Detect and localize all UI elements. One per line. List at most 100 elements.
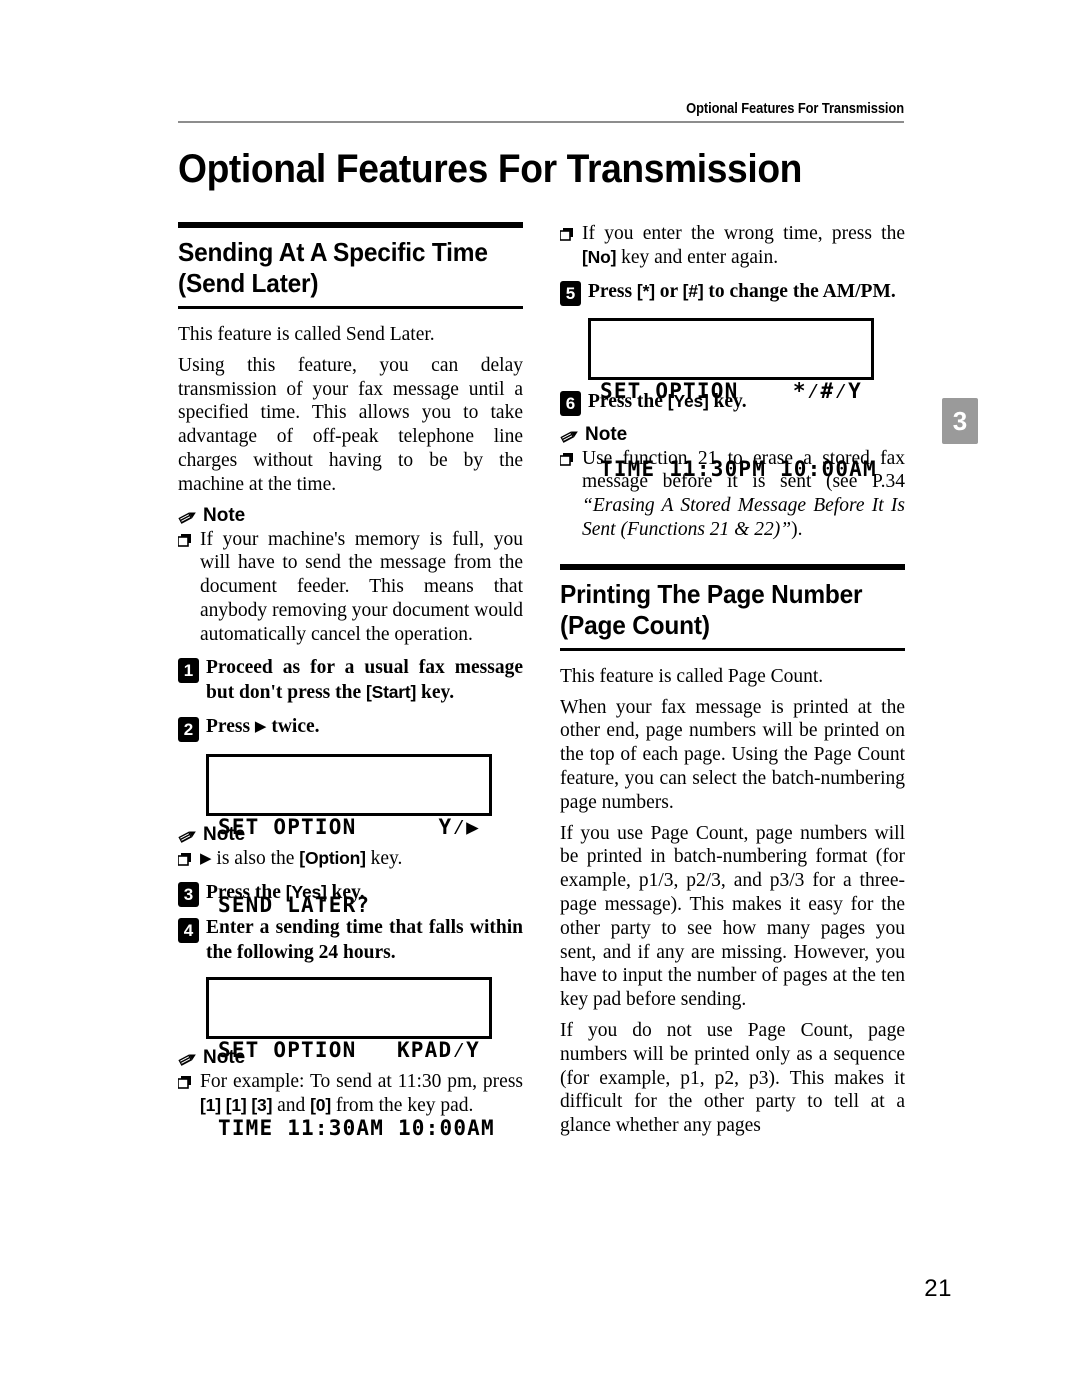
note-heading: Note	[560, 423, 905, 445]
pencil-icon	[178, 827, 198, 845]
lcd-row: SET OPTION KPAD⁄Y	[218, 1037, 480, 1063]
note-3-text-mid: and	[272, 1095, 311, 1117]
note-4-text-b: key and enter again.	[616, 246, 779, 268]
step-5: 5 Press [*] or [#] to change the AM/PM.	[560, 279, 905, 306]
key-3-label: [3]	[251, 1095, 273, 1116]
paragraph-intro: This feature is called Send Later.	[178, 324, 435, 345]
note-3-text-a: For example: To send at 11:30 pm, press	[200, 1071, 523, 1093]
note-label: Note	[203, 504, 246, 526]
lcd-line2-left: TIME 11:30AM 10:00AM	[218, 1116, 495, 1141]
section-title-line1: Printing The Page Number	[560, 578, 863, 609]
note-label: Note	[203, 823, 246, 845]
left-column: Sending At A Specific Time (Send Later) …	[177, 222, 523, 1140]
section-title-page-count: Printing The Page Number (Page Count)	[560, 579, 884, 641]
step-number-badge: 6	[560, 390, 581, 416]
step-text: Enter a sending time that falls within t…	[206, 917, 523, 963]
pencil-icon	[178, 1050, 198, 1068]
step-number-badge: 4	[178, 918, 199, 944]
note-3-text-b: from the key pad.	[330, 1095, 474, 1117]
header-rule	[178, 121, 904, 123]
note-2-text-a: is also the	[211, 847, 300, 869]
section-rule-bottom	[178, 306, 523, 309]
step-4: 4 Enter a sending time that falls within…	[178, 916, 523, 965]
step-number-badge: 1	[178, 657, 199, 683]
step-6: 6 Press the [Yes] key.	[560, 389, 905, 416]
key-1-label: [1]	[200, 1095, 221, 1116]
note-item: Use function 21 to erase a stored fax me…	[559, 447, 905, 542]
step-3-text-b: key.	[326, 882, 365, 904]
note-text: For example: To send at 11:30 pm, press …	[200, 1070, 523, 1118]
yes-key-label: [Yes]	[285, 882, 327, 903]
section-rule-top	[178, 222, 523, 228]
cube-bullet-icon	[177, 528, 200, 547]
step-2-text-b: twice.	[266, 715, 320, 737]
note-5-reference-title: “Erasing A Stored Message Before It Is S…	[582, 495, 905, 540]
paragraph-page-count-intro: This feature is called Page Count.	[560, 665, 824, 687]
option-key-label: [Option]	[299, 847, 366, 868]
section-rule-bottom	[560, 647, 905, 651]
right-arrow-icon: ▶	[200, 850, 212, 867]
step-3-text-a: Press the	[206, 882, 286, 904]
note-5-text-a: Use function 21 to erase a stored fax me…	[582, 447, 905, 493]
note-5-text-b: ).	[791, 518, 803, 540]
section-title-line2: (Send Later)	[178, 268, 319, 298]
step-5-text-mid: or	[654, 280, 683, 302]
page-number: 21	[924, 1275, 952, 1302]
step-5-text-a: Press	[588, 280, 637, 302]
note-label: Note	[585, 423, 628, 445]
step-text: Press the [Yes] key.	[588, 389, 905, 415]
note-item: For example: To send at 11:30 pm, press …	[177, 1070, 523, 1118]
lcd-display-time-pm: SET OPTION *⁄#⁄Y TIME 11:30PM 10:00AM	[588, 317, 876, 481]
right-arrow-icon: ▶	[254, 718, 267, 735]
running-head-text: Optional Features For Transmission	[686, 100, 904, 117]
paragraph-page-count-2: If you use Page Count, page numbers will…	[560, 822, 905, 1011]
page-title: Optional Features For Transmission	[178, 147, 803, 191]
step-1: 1 Proceed as for a usual fax message but…	[178, 656, 523, 706]
step-2: 2 Press ▶ twice.	[178, 715, 523, 742]
section-rule-top	[560, 563, 905, 570]
lcd-row: TIME 11:30AM 10:00AM	[218, 1115, 494, 1141]
lcd-display-time-am: SET OPTION KPAD⁄Y TIME 11:30AM 10:00AM	[206, 977, 494, 1140]
section-title-line1: Sending At A Specific Time	[178, 237, 488, 267]
hash-key-label: [#]	[682, 280, 704, 301]
cube-bullet-icon	[559, 222, 582, 241]
cube-bullet-icon	[559, 447, 582, 466]
paragraph-page-count-3: If you do not use Page Count, page numbe…	[560, 1019, 905, 1137]
lcd-display-send-later: SET OPTION Y⁄▶ SEND LATER?	[206, 753, 492, 917]
section-title-line2: (Page Count)	[560, 609, 710, 640]
lcd-row: SET OPTION Y⁄▶	[218, 814, 480, 840]
note-text: If you enter the wrong time, press the […	[582, 222, 905, 270]
step-text: Press [*] or [#] to change the AM/PM.	[588, 279, 905, 305]
step-3: 3 Press the [Yes] key.	[178, 880, 523, 908]
note-4-text-a: If you enter the wrong time, press the	[582, 223, 905, 244]
note-text: Use function 21 to erase a stored fax me…	[582, 447, 905, 542]
step-6-text-b: key.	[708, 390, 747, 412]
right-column: If you enter the wrong time, press the […	[559, 222, 905, 1138]
step-5-text-b: to change the AM/PM.	[703, 280, 896, 302]
step-6-text-a: Press the	[588, 390, 668, 412]
note-text: If your machine's memory is full, you wi…	[200, 528, 523, 645]
start-key-label: [Start]	[366, 682, 417, 703]
lcd-line1-right: KPAD⁄Y	[396, 1038, 480, 1063]
pencil-icon	[560, 427, 580, 445]
note-text: ▶ is also the [Option] key.	[200, 847, 523, 872]
note-item: If your machine's memory is full, you wi…	[177, 528, 523, 647]
no-key-label: [No]	[582, 246, 617, 267]
cube-bullet-icon	[177, 1070, 200, 1090]
step-number-badge: 3	[178, 882, 199, 908]
note-item: If you enter the wrong time, press the […	[559, 222, 905, 270]
page-header: Optional Features For Transmission	[178, 100, 904, 123]
step-text: Press the [Yes] key.	[206, 880, 523, 906]
key-0-label: [0]	[310, 1095, 331, 1116]
step-2-text-a: Press	[206, 715, 255, 737]
step-text: Press ▶ twice.	[206, 715, 523, 740]
chapter-tab-marker: 3	[942, 398, 978, 444]
note-item: ▶ is also the [Option] key.	[177, 847, 523, 872]
step-number-badge: 5	[560, 280, 581, 306]
pencil-icon	[178, 508, 198, 526]
step-number-badge: 2	[178, 716, 199, 742]
step-text: Proceed as for a usual fax message but d…	[206, 656, 523, 706]
step-1-text-a: Proceed as for a usual fax message but d…	[206, 656, 523, 704]
cube-bullet-icon	[177, 847, 200, 866]
yes-key-label: [Yes]	[667, 390, 709, 411]
